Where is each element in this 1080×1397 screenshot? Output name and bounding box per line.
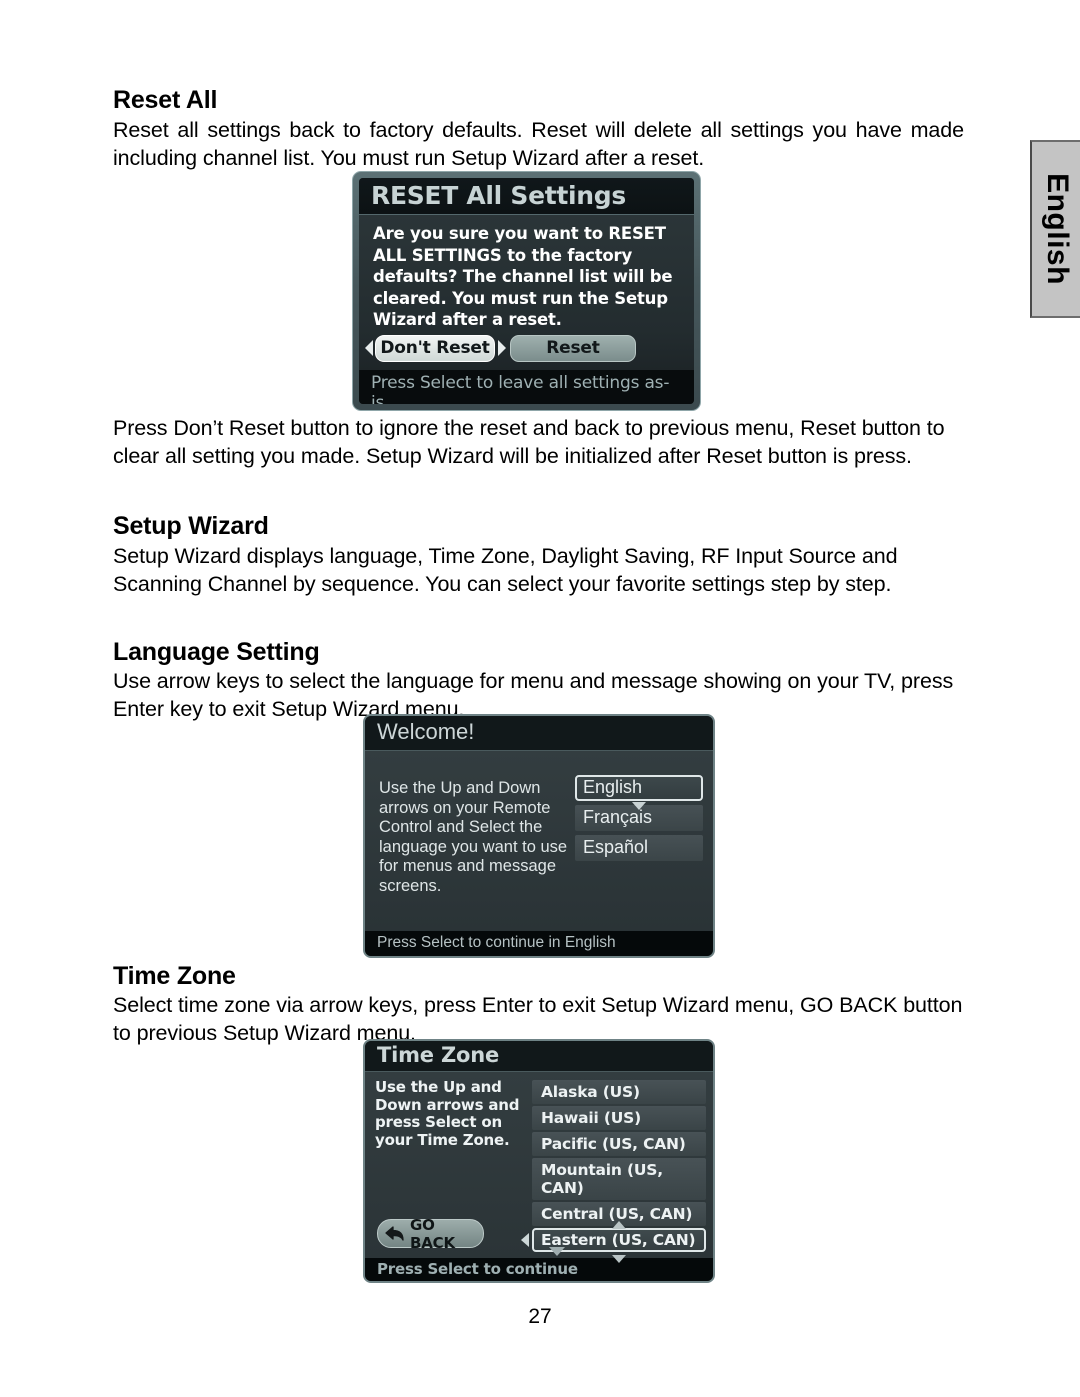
page-number: 27 (528, 1305, 552, 1328)
timezone-dialog-title: Time Zone (365, 1041, 713, 1072)
chevron-up-icon (612, 1221, 626, 1229)
reset-button[interactable]: Reset (510, 334, 636, 362)
figure-welcome-dialog: Welcome! Use the Up and Down arrows on y… (363, 714, 715, 958)
go-back-label: GO BACK (410, 1215, 455, 1252)
go-back-button[interactable]: GO BACK (377, 1216, 484, 1252)
timezone-option-central-label: Central (US, CAN) (541, 1204, 693, 1223)
language-option-english-label: English (583, 777, 643, 797)
welcome-dialog-body: Use the Up and Down arrows on your Remot… (365, 751, 713, 931)
timezone-option-list: Alaska (US) Hawaii (US) Pacific (US, CAN… (521, 1080, 706, 1263)
timezone-option-hawaii[interactable]: Hawaii (US) (532, 1106, 706, 1130)
welcome-dialog-instruction: Use the Up and Down arrows on your Remot… (379, 779, 568, 895)
language-option-english[interactable]: English (575, 775, 703, 810)
welcome-dialog-title: Welcome! (365, 716, 713, 751)
paragraph-reset-all-intro: Reset all settings back to factory defau… (113, 118, 964, 170)
reset-dialog-message: Are you sure you want to RESET ALL SETTI… (373, 224, 673, 329)
timezone-dialog-footer: Press Select to continue (365, 1258, 713, 1281)
paragraph-setup-wizard: Setup Wizard displays language, Time Zon… (113, 544, 898, 596)
heading-setup-wizard: Setup Wizard (113, 512, 269, 540)
figure-reset-all-dialog: RESET All Settings Are you sure you want… (352, 171, 701, 411)
heading-language-setting: Language Setting (113, 638, 320, 666)
chevron-down-icon (632, 802, 646, 810)
timezone-option-eastern-label: Eastern (US, CAN) (541, 1230, 696, 1249)
timezone-dialog-instruction: Use the Up and Down arrows and press Sel… (375, 1078, 520, 1149)
heading-time-zone: Time Zone (113, 962, 236, 990)
chevron-down-icon (612, 1255, 626, 1263)
arrow-left-icon (521, 1233, 529, 1247)
arrow-right-icon (498, 340, 506, 356)
reset-dialog-footer: Press Select to leave all settings as-is (359, 369, 694, 404)
language-option-list: English Français Español (575, 775, 703, 865)
back-arrow-icon (385, 1225, 404, 1241)
timezone-dialog-body: Use the Up and Down arrows and press Sel… (365, 1072, 713, 1263)
reset-dialog-body: Are you sure you want to RESET ALL SETTI… (359, 215, 694, 331)
reset-dialog-title: RESET All Settings (359, 178, 694, 215)
figure-timezone-dialog: Time Zone Use the Up and Down arrows and… (363, 1039, 715, 1283)
heading-reset-all: Reset All (113, 86, 218, 114)
paragraph-reset-all-outro: Press Don’t Reset button to ignore the r… (113, 416, 945, 468)
welcome-dialog-footer: Press Select to continue in English (365, 931, 713, 956)
dont-reset-button[interactable]: Don't Reset (375, 334, 495, 362)
scroll-down-icon (549, 1247, 565, 1256)
reset-dialog-button-row: Don't Reset Reset (359, 330, 694, 370)
timezone-option-mountain[interactable]: Mountain (US, CAN) (532, 1158, 706, 1200)
language-side-tab: English (1030, 140, 1080, 318)
reset-dialog-inner: RESET All Settings Are you sure you want… (359, 178, 694, 404)
arrow-left-icon (365, 340, 373, 356)
timezone-option-alaska[interactable]: Alaska (US) (532, 1080, 706, 1104)
timezone-option-pacific[interactable]: Pacific (US, CAN) (532, 1132, 706, 1156)
language-option-espanol[interactable]: Español (575, 835, 703, 861)
side-tab-label: English (1041, 173, 1074, 285)
